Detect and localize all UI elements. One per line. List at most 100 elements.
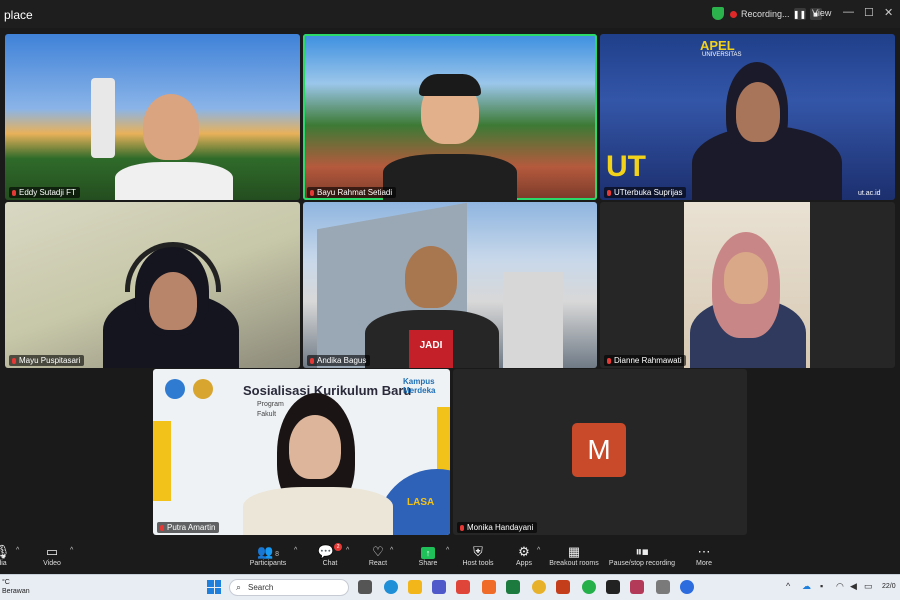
- video-tile[interactable]: Mayu Puspitasari: [5, 202, 300, 368]
- app-icon[interactable]: [456, 580, 470, 594]
- video-tile[interactable]: APEL UNIVERSITAS UT ut.ac.id UTterbuka S…: [600, 34, 895, 200]
- weather-desc: Berawan: [2, 588, 30, 595]
- banner-subtext: UNIVERSITAS: [702, 52, 742, 58]
- participant-face: [405, 246, 457, 308]
- participant-name: Eddy Sutadji FT: [9, 187, 80, 198]
- participant-name: Bayu Rahmat Setiadi: [307, 187, 397, 198]
- participant-name: Mayu Puspitasari: [9, 355, 85, 366]
- participant-name: UTterbuka Suprijas: [604, 187, 687, 198]
- react-caret-icon[interactable]: ^: [390, 547, 393, 554]
- recording-label: Pause/stop recording: [608, 560, 676, 567]
- video-label: Video: [43, 560, 61, 567]
- participant-body: [383, 154, 517, 200]
- participants-caret-icon[interactable]: ^: [294, 547, 297, 554]
- app-icon[interactable]: [656, 580, 670, 594]
- maximize-icon[interactable]: ☐: [864, 6, 874, 19]
- participant-face: [724, 252, 768, 304]
- shirt-print: JADI: [409, 330, 453, 368]
- video-caret-icon[interactable]: ^: [70, 547, 73, 554]
- participant-face: [289, 415, 341, 479]
- minimize-icon[interactable]: —: [843, 6, 854, 18]
- view-button[interactable]: View: [812, 8, 831, 18]
- app-icon[interactable]: [482, 580, 496, 594]
- window-title: place: [4, 8, 33, 22]
- pause-stop-recording-button[interactable]: ⏸⏹ Pause/stop recording: [606, 543, 678, 567]
- whatsapp-icon[interactable]: [582, 580, 596, 594]
- file-explorer-icon[interactable]: [408, 580, 422, 594]
- chat-icon: 💬: [317, 544, 335, 559]
- recording-dot-icon: [730, 10, 737, 18]
- speaker-icon[interactable]: ◀: [850, 581, 857, 592]
- os-taskbar: °C Berawan ⌕ Search ^ ☁ ▪ ◠ ◀ ▭ 22/0: [0, 574, 900, 600]
- zoom-window: place Recording... ❚❚ ■ View — ☐ ✕ Eddy …: [0, 0, 900, 600]
- chrome-icon[interactable]: [532, 580, 546, 594]
- participant-face: [736, 82, 780, 142]
- breakout-rooms-button[interactable]: ▦ Breakout rooms: [546, 543, 602, 567]
- chat-badge: 2: [334, 543, 343, 551]
- taskbar-search[interactable]: ⌕ Search: [229, 579, 349, 596]
- video-tile-camera-off[interactable]: M Monika Handayani: [453, 369, 747, 535]
- more-label: More: [696, 560, 712, 567]
- search-icon: ⌕: [236, 582, 242, 592]
- edge-browser-icon[interactable]: [384, 580, 398, 594]
- security-shield-icon[interactable]: [712, 7, 724, 20]
- tray-chevron-icon[interactable]: ^: [786, 581, 790, 591]
- pause-recording-icon[interactable]: ❚❚: [793, 8, 806, 20]
- more-button[interactable]: ⋯ More: [676, 543, 732, 567]
- ut-logo-text: UT: [606, 150, 646, 183]
- share-label: Share: [418, 560, 438, 567]
- weather-widget[interactable]: °C Berawan: [2, 578, 30, 596]
- teams-icon[interactable]: [432, 580, 446, 594]
- pause-stop-icon: ⏸⏹: [635, 544, 649, 559]
- taskbar-date[interactable]: 22/0: [882, 583, 896, 590]
- apps-caret-icon[interactable]: ^: [537, 547, 540, 554]
- app-icon[interactable]: [630, 580, 644, 594]
- participant-face: [143, 94, 199, 160]
- battery-icon[interactable]: ▭: [864, 581, 873, 592]
- onedrive-icon[interactable]: ☁: [802, 581, 811, 592]
- windows-start-icon[interactable]: [207, 580, 221, 594]
- participant-name: Monika Handayani: [457, 522, 538, 533]
- participants-count: 8: [275, 551, 280, 558]
- video-tile-active-speaker[interactable]: Bayu Rahmat Setiadi: [303, 34, 597, 200]
- powerpoint-icon[interactable]: [556, 580, 570, 594]
- participant-name: Putra Amartin: [157, 522, 220, 533]
- more-icon: ⋯: [697, 544, 711, 559]
- breakout-rooms-icon: ▦: [567, 544, 581, 559]
- recording-indicator: Recording... ❚❚ ■: [730, 6, 822, 22]
- share-screen-icon: ↑: [421, 547, 435, 559]
- participants-icon: 👥: [256, 544, 274, 559]
- slide-subtitle-1: Program: [257, 401, 284, 408]
- slide-subtitle-2: Fakult: [257, 411, 277, 418]
- react-label: React: [368, 560, 388, 567]
- wifi-icon[interactable]: ◠: [836, 581, 844, 592]
- participant-name: Dianne Rahmawati: [604, 355, 686, 366]
- apps-button[interactable]: ⚙ Apps: [496, 543, 552, 567]
- headphones-icon: [125, 242, 221, 292]
- chat-caret-icon[interactable]: ^: [346, 547, 349, 554]
- title-bar: place Recording... ❚❚ ■ View — ☐ ✕: [0, 0, 900, 28]
- app-tray-icon[interactable]: ▪: [820, 581, 823, 591]
- video-tile[interactable]: Dianne Rahmawati: [600, 202, 895, 368]
- zoom-icon[interactable]: [680, 580, 694, 594]
- participant-hair: [419, 74, 481, 96]
- ministry-logo-icon: [165, 379, 185, 399]
- search-placeholder: Search: [248, 583, 274, 592]
- task-view-icon[interactable]: [358, 580, 372, 594]
- video-tile[interactable]: Sosialisasi Kurikulum Baru Program Fakul…: [153, 369, 450, 535]
- recording-label: Recording...: [741, 9, 790, 19]
- slide-accent-right: [437, 407, 450, 471]
- heart-icon: ♡: [372, 544, 384, 559]
- slide-accent-left: [153, 421, 171, 501]
- close-icon[interactable]: ✕: [884, 6, 893, 19]
- video-tile[interactable]: JADI Andika Bagus: [303, 202, 597, 368]
- participants-button[interactable]: 👥 8 Participants: [240, 543, 296, 567]
- monument-shape: [91, 78, 115, 158]
- share-caret-icon[interactable]: ^: [446, 547, 449, 554]
- breakout-label: Breakout rooms: [549, 560, 599, 567]
- react-button[interactable]: ♡ React: [350, 543, 406, 567]
- excel-icon[interactable]: [506, 580, 520, 594]
- video-tile[interactable]: Eddy Sutadji FT: [5, 34, 300, 200]
- app-icon[interactable]: [606, 580, 620, 594]
- audio-caret-icon[interactable]: ^: [16, 547, 19, 554]
